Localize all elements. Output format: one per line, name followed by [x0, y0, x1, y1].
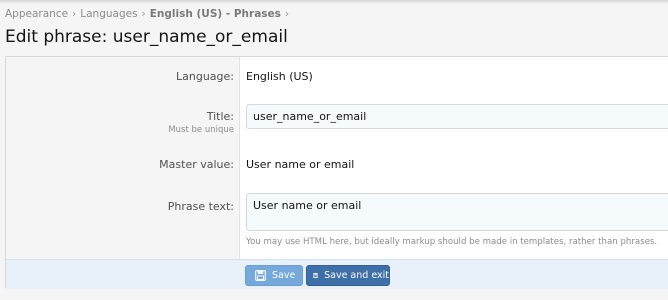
submit-row: Save Save and exit: [6, 259, 668, 289]
language-value: English (US): [246, 70, 313, 83]
page-title: Edit phrase: user_name_or_email: [5, 27, 288, 47]
title-input[interactable]: [246, 104, 668, 129]
save-disk-icon: [313, 273, 319, 278]
save-and-exit-button[interactable]: Save and exit: [306, 265, 390, 286]
save-and-exit-button-label: Save and exit: [324, 270, 389, 281]
phrase-text-label: Phrase text:: [167, 200, 234, 213]
breadcrumb-separator: ›: [72, 8, 77, 20]
save-button[interactable]: Save: [245, 265, 303, 286]
phrase-text-input[interactable]: User name or email: [246, 193, 668, 231]
breadcrumb: Appearance › Languages › English (US) - Phra…: [5, 8, 293, 20]
language-label: Language:: [176, 70, 234, 83]
breadcrumb-separator: ›: [284, 8, 290, 20]
save-disk-icon: [255, 270, 266, 281]
save-button-label: Save: [272, 270, 296, 281]
breadcrumb-appearance[interactable]: Appearance: [5, 8, 68, 20]
master-value-label: Master value:: [159, 158, 234, 171]
master-value-text: User name or email: [246, 158, 355, 171]
breadcrumb-separator: ›: [141, 8, 146, 20]
top-shadow: [0, 0, 668, 4]
breadcrumb-languages[interactable]: Languages: [80, 8, 137, 20]
breadcrumb-language-english[interactable]: English (US): [150, 8, 222, 20]
phrase-text-explain: You may use HTML here, but ideally marku…: [246, 237, 658, 247]
breadcrumb-dash: -: [222, 8, 234, 20]
title-hint: Must be unique: [168, 125, 234, 135]
title-label: Title:: [206, 110, 234, 123]
edit-phrase-form: Language: English (US) Title: Must be un…: [5, 56, 668, 289]
breadcrumb-phrases[interactable]: Phrases: [234, 8, 281, 20]
